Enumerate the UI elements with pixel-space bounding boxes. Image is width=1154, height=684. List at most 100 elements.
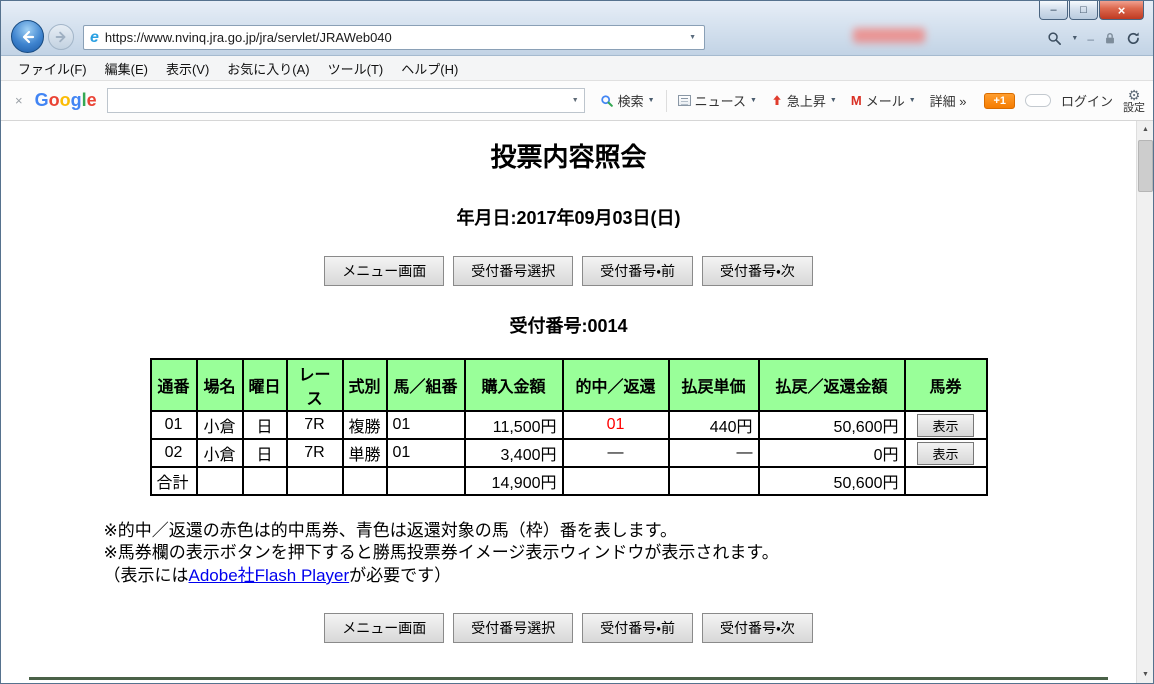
mail-label: メール	[865, 94, 905, 109]
browser-action-icons: ▼ –	[1047, 31, 1141, 46]
chevron-down-icon: ▼	[908, 97, 916, 104]
menu-view[interactable]: 表示(V)	[157, 59, 218, 78]
scroll-down-button[interactable]: ▼	[1137, 666, 1153, 683]
share-toggle[interactable]	[1024, 94, 1051, 107]
separator: –	[1087, 31, 1094, 46]
more-button[interactable]: 詳細 »	[923, 87, 974, 114]
cell-race: 7R	[285, 438, 344, 468]
toolbar-close-icon[interactable]: ×	[9, 93, 29, 108]
col-header: 的中／返還	[561, 358, 670, 412]
receipt-prev-button-top[interactable]: 受付番号・前	[582, 256, 693, 286]
menu-help[interactable]: ヘルプ(H)	[392, 59, 467, 78]
table-row: 02 小倉 日 7R 単勝 01 3,400円 ― ― 0円 表示	[149, 438, 988, 468]
col-header: 払戻／返還金額	[757, 358, 906, 412]
receipt-prev-button-bottom[interactable]: 受付番号・前	[582, 613, 693, 644]
window-controls: – □ ×	[1038, 1, 1144, 20]
receipt-select-button-bottom[interactable]: 受付番号選択	[453, 613, 574, 644]
receipt-number: 受付番号:0014	[509, 316, 628, 336]
search-icon[interactable]	[1047, 31, 1062, 46]
cell-hit: ―	[561, 438, 670, 468]
settings-button[interactable]: ⚙ 設定	[1123, 88, 1145, 114]
title-bar: – □ × e https://www.nvinq.jra.go.jp/jra/…	[1, 1, 1153, 56]
col-header: 購入金額	[463, 358, 564, 412]
cell-total-label: 合計	[149, 466, 198, 496]
magnifier-icon	[600, 94, 613, 107]
logo-letter: e	[86, 90, 97, 110]
toolbar-right-group: +1 ログイン ⚙ 設定	[984, 88, 1145, 114]
bets-table: 通番 場名 曜日 レース 式別 馬／組番 購入金額 的中／返還 払戻単価 払戻／…	[149, 358, 988, 496]
cell-amount: 3,400円	[463, 438, 564, 468]
back-arrow-icon	[22, 30, 34, 43]
cell-empty	[667, 466, 760, 496]
cell-unit-payout: ―	[667, 438, 760, 468]
plus-one-badge[interactable]: +1	[984, 92, 1015, 109]
news-button[interactable]: ニュース ▼	[671, 87, 764, 114]
mail-button[interactable]: M メール ▼	[844, 87, 923, 114]
nav-button-row-bottom: メニュー画面 受付番号選択 受付番号・前 受付番号・次	[1, 613, 1136, 644]
login-link[interactable]: ログイン	[1061, 91, 1113, 110]
maximize-button[interactable]: □	[1069, 1, 1098, 20]
cell-unit-payout: 440円	[667, 410, 760, 440]
cell-number: 02	[149, 438, 198, 468]
separator	[665, 89, 667, 112]
minimize-button[interactable]: –	[1039, 1, 1068, 20]
receipt-next-button-top[interactable]: 受付番号・次	[702, 256, 813, 286]
news-label: ニュース	[694, 94, 746, 109]
cell-empty	[385, 466, 466, 496]
url-text: https://www.nvinq.jra.go.jp/jra/servlet/…	[104, 30, 392, 45]
refresh-icon[interactable]	[1126, 31, 1141, 46]
forward-button[interactable]	[48, 24, 74, 50]
cell-empty	[903, 466, 988, 496]
notes-block: ※的中／返還の赤色は的中馬券、青色は返還対象の馬（枠）番を表します。 ※馬券欄の…	[104, 520, 1034, 587]
menu-favorites[interactable]: お気に入り(A)	[218, 59, 318, 78]
google-search-input[interactable]	[107, 89, 567, 112]
logo-letter: o	[48, 90, 60, 110]
cell-empty	[561, 466, 670, 496]
lock-icon	[1106, 33, 1114, 44]
back-button[interactable]	[11, 20, 44, 53]
cell-day: 日	[241, 410, 288, 440]
browser-window: – □ × e https://www.nvinq.jra.go.jp/jra/…	[0, 0, 1154, 684]
flash-player-link[interactable]: Adobe社Flash Player	[189, 566, 350, 585]
address-bar[interactable]: e https://www.nvinq.jra.go.jp/jra/servle…	[83, 25, 705, 50]
logo-letter: o	[59, 90, 71, 110]
note-line-1: ※的中／返還の赤色は的中馬券、青色は返還対象の馬（枠）番を表します。	[103, 521, 678, 540]
receipt-next-button-bottom[interactable]: 受付番号・次	[702, 613, 813, 644]
note-line-2: ※馬券欄の表示ボタンを押下すると勝馬投票券イメージ表示ウィンドウが表示されます。	[103, 543, 779, 563]
scroll-up-button[interactable]: ▲	[1137, 121, 1153, 138]
trending-up-icon	[773, 95, 781, 105]
menu-file[interactable]: ファイル(F)	[9, 59, 96, 78]
menu-screen-button-top[interactable]: メニュー画面	[324, 256, 445, 286]
col-header: 馬券	[903, 358, 988, 412]
table-row: 01 小倉 日 7R 複勝 01 11,500円 01 440円 50,600円…	[149, 410, 988, 440]
show-ticket-button[interactable]: 表示	[917, 413, 974, 437]
col-header: 馬／組番	[385, 358, 466, 412]
logo-letter: G	[34, 90, 49, 110]
col-header: 払戻単価	[667, 358, 760, 412]
cell-track: 小倉	[195, 438, 244, 468]
receipt-select-button-top[interactable]: 受付番号選択	[453, 256, 574, 286]
menu-tools[interactable]: ツール(T)	[319, 59, 393, 78]
divider-rule	[29, 677, 1108, 681]
trending-button[interactable]: 急上昇 ▼	[764, 87, 844, 114]
vertical-scrollbar[interactable]: ▲ ▼	[1136, 121, 1153, 683]
table-header-row: 通番 場名 曜日 レース 式別 馬／組番 購入金額 的中／返還 払戻単価 払戻／…	[149, 358, 988, 412]
menu-screen-button-bottom[interactable]: メニュー画面	[324, 613, 445, 644]
scroll-up-icon: ▲	[1142, 126, 1149, 133]
page-title: 投票内容照会	[490, 142, 647, 172]
menu-edit[interactable]: 編集(E)	[96, 59, 157, 78]
settings-icon: ⚙	[1127, 86, 1141, 103]
settings-label: 設定	[1123, 101, 1145, 114]
menu-bar: ファイル(F) 編集(E) 表示(V) お気に入り(A) ツール(T) ヘルプ(…	[1, 56, 1153, 81]
redacted-text	[853, 28, 925, 43]
address-dropdown-icon[interactable]: ▼	[687, 34, 698, 41]
show-ticket-button[interactable]: 表示	[917, 441, 974, 465]
close-button[interactable]: ×	[1099, 1, 1144, 20]
scrollbar-thumb[interactable]	[1138, 140, 1153, 192]
search-history-dropdown-icon[interactable]: ▼	[567, 97, 584, 104]
note-line-3: （表示にはAdobe社Flash Playerが必要です）	[104, 565, 1034, 587]
minimize-icon: –	[1050, 4, 1057, 16]
google-search-button[interactable]: 検索 ▼	[593, 87, 662, 114]
search-dropdown-icon[interactable]: ▼	[1071, 35, 1078, 42]
cell-ticket: 表示	[903, 438, 988, 468]
